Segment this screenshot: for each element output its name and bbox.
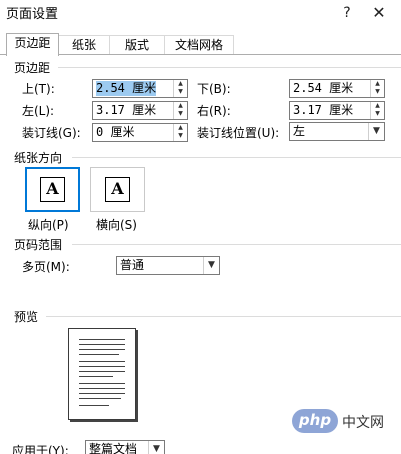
left-margin-arrows: ▲ ▼	[173, 102, 187, 119]
preview-text-line	[79, 344, 125, 345]
pages-group-divider	[72, 244, 401, 245]
spin-down-icon[interactable]: ▼	[174, 132, 187, 140]
spin-up-icon[interactable]: ▲	[174, 80, 187, 88]
preview-text-line	[79, 376, 113, 377]
tab-layout[interactable]: 版式	[109, 35, 165, 55]
gutter-value[interactable]: 0 厘米	[96, 125, 134, 140]
apply-to-value: 整篇文档	[89, 442, 138, 454]
bottom-margin-value[interactable]: 2.54 厘米	[293, 81, 353, 96]
preview-text-line	[79, 383, 125, 384]
left-margin-label: 左(L):	[22, 104, 55, 118]
preview-text-line	[79, 339, 125, 340]
preview-text-line	[79, 393, 125, 394]
landscape-page-icon: A	[105, 177, 130, 202]
gutter-position-select[interactable]: 左 ▼	[289, 122, 385, 141]
multiple-pages-value: 普通	[120, 258, 145, 272]
spin-up-icon[interactable]: ▲	[371, 80, 384, 88]
bottom-margin-arrows: ▲ ▼	[370, 80, 384, 97]
right-margin-arrows: ▲ ▼	[370, 102, 384, 119]
chevron-down-icon[interactable]: ▼	[148, 441, 164, 454]
orientation-group-divider	[72, 157, 401, 158]
preview-text-line	[79, 366, 125, 367]
watermark-site-text: 中文网	[342, 415, 384, 431]
preview-text-line	[79, 388, 125, 389]
left-margin-spinner[interactable]: 3.17 厘米 ▲ ▼	[92, 101, 188, 120]
right-margin-value[interactable]: 3.17 厘米	[293, 103, 353, 118]
bottom-margin-label: 下(B):	[197, 82, 231, 96]
spin-down-icon[interactable]: ▼	[174, 88, 187, 96]
tab-margins[interactable]: 页边距	[6, 33, 59, 56]
right-margin-label: 右(R):	[197, 104, 231, 118]
apply-to-select[interactable]: 整篇文档 ▼	[85, 440, 165, 454]
php-logo-icon: php	[292, 409, 338, 433]
tab-divider	[0, 54, 401, 55]
spin-down-icon[interactable]: ▼	[371, 110, 384, 118]
bottom-margin-spinner[interactable]: 2.54 厘米 ▲ ▼	[289, 79, 385, 98]
close-button[interactable]: ✕	[364, 0, 394, 26]
preview-group-divider	[46, 316, 401, 317]
left-margin-value[interactable]: 3.17 厘米	[96, 103, 156, 118]
preview-text-line	[79, 349, 125, 350]
landscape-button[interactable]: A	[90, 167, 145, 212]
gutter-position-value: 左	[293, 124, 306, 138]
gutter-arrows: ▲ ▼	[173, 124, 187, 141]
gutter-spinner[interactable]: 0 厘米 ▲ ▼	[92, 123, 188, 142]
portrait-page-icon: A	[40, 177, 65, 202]
chevron-down-icon[interactable]: ▼	[368, 123, 384, 140]
portrait-button[interactable]: A	[25, 167, 80, 212]
top-margin-spinner[interactable]: 2.54 厘米 ▲ ▼	[92, 79, 188, 98]
apply-to-label: 应用于(Y):	[12, 444, 69, 454]
window-title: 页面设置	[6, 7, 59, 22]
title-bar: 页面设置 ? ✕	[0, 0, 401, 28]
right-margin-spinner[interactable]: 3.17 厘米 ▲ ▼	[289, 101, 385, 120]
margins-group-divider	[58, 67, 401, 68]
page-setup-dialog: 页面设置 ? ✕ 页边距 纸张 版式 文档网格 页边距 上(T): 2.54 厘…	[0, 0, 401, 454]
top-margin-arrows: ▲ ▼	[173, 80, 187, 97]
tab-paper[interactable]: 纸张	[58, 35, 110, 55]
top-margin-value[interactable]: 2.54 厘米	[96, 81, 157, 96]
spin-up-icon[interactable]: ▲	[174, 124, 187, 132]
preview-page-thumbnail	[68, 328, 136, 420]
margins-group-title: 页边距	[14, 61, 51, 75]
preview-text-line	[79, 398, 121, 399]
multiple-pages-label: 多页(M):	[22, 260, 70, 274]
spin-up-icon[interactable]: ▲	[174, 102, 187, 110]
multiple-pages-select[interactable]: 普通 ▼	[116, 256, 220, 275]
gutter-position-label: 装订线位置(U):	[197, 126, 280, 140]
landscape-label: 横向(S)	[96, 218, 137, 232]
spin-up-icon[interactable]: ▲	[371, 102, 384, 110]
spin-down-icon[interactable]: ▼	[371, 88, 384, 96]
help-button[interactable]: ?	[332, 0, 362, 26]
pages-group-title: 页码范围	[14, 238, 63, 252]
preview-text-line	[79, 354, 119, 355]
portrait-label: 纵向(P)	[28, 218, 69, 232]
tab-document-grid[interactable]: 文档网格	[164, 35, 234, 55]
preview-group-title: 预览	[14, 310, 39, 324]
preview-text-line	[79, 371, 125, 372]
preview-text-line	[79, 405, 109, 406]
preview-text-line	[79, 361, 125, 362]
spin-down-icon[interactable]: ▼	[174, 110, 187, 118]
chevron-down-icon[interactable]: ▼	[203, 257, 219, 274]
top-margin-label: 上(T):	[22, 82, 55, 96]
gutter-label: 装订线(G):	[22, 126, 81, 140]
orientation-group-title: 纸张方向	[14, 151, 63, 165]
